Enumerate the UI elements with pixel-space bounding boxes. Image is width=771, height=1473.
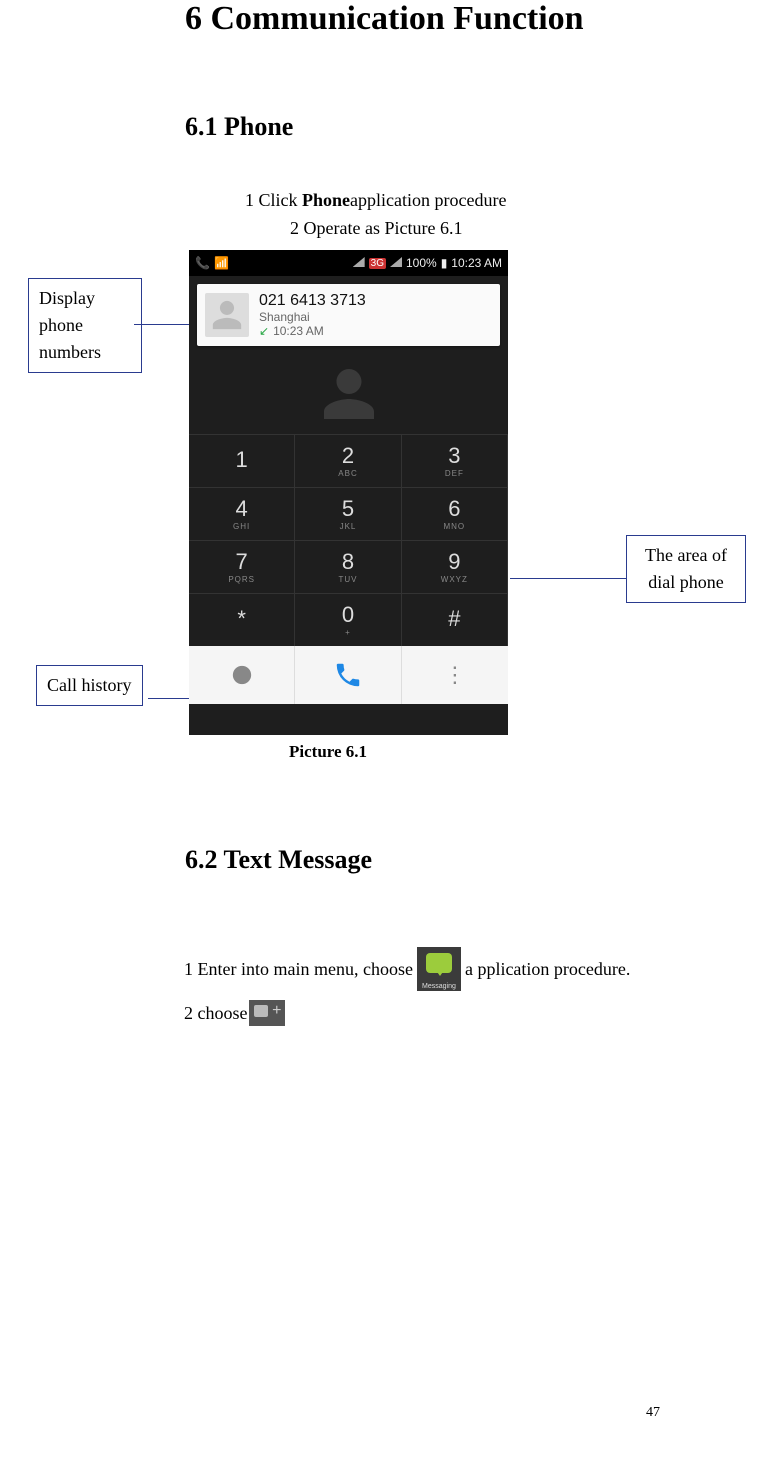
key-3[interactable]: 3DEF — [402, 434, 508, 487]
heading-chapter: 6 Communication Function — [185, 0, 584, 38]
battery-icon: ▮ — [441, 256, 448, 270]
heading-section-phone: 6.1 Phone — [185, 112, 293, 142]
call-button[interactable] — [295, 646, 401, 704]
history-button[interactable] — [189, 646, 295, 704]
heading-section-text: 6.2 Text Message — [185, 845, 372, 875]
bottom-bar: ⋮ — [189, 646, 508, 704]
key-hash[interactable]: # — [402, 593, 508, 646]
status-time: 10:23 AM — [451, 256, 502, 270]
key-0[interactable]: 0+ — [295, 593, 401, 646]
status-bar: 📞 📶 3G 100% ▮ 10:23 AM — [189, 250, 508, 276]
step-1-bold: Phone — [302, 190, 350, 210]
battery-text: 100% — [406, 256, 437, 270]
key-9[interactable]: 9WXYZ — [402, 540, 508, 593]
overflow-button[interactable]: ⋮ — [402, 646, 508, 704]
text-step-2: 2 choose — [184, 1000, 285, 1026]
dialpad: 1 2ABC 3DEF 4GHI 5JKL 6MNO 7PQRS 8TUV 9W… — [189, 434, 508, 646]
avatar — [205, 293, 249, 337]
overflow-menu-icon: ⋮ — [444, 662, 466, 688]
recent-call-card[interactable]: 021 6413 3713 Shanghai ↙ 10:23 AM — [197, 284, 500, 346]
key-1[interactable]: 1 — [189, 434, 295, 487]
compose-message-icon — [249, 1000, 285, 1026]
recent-city: Shanghai — [259, 310, 366, 324]
text-step-2-label: 2 choose — [184, 1003, 247, 1024]
figure-caption: Picture 6.1 — [289, 742, 367, 762]
text-step-1-pre: 1 Enter into main menu, choose — [184, 959, 413, 980]
page-number: 47 — [646, 1405, 660, 1421]
leader-display-numbers — [134, 324, 190, 325]
incoming-arrow-icon: ↙ — [259, 324, 269, 338]
text-step-1-post: a pplication procedure. — [465, 959, 630, 980]
text-step-1: 1 Enter into main menu, choose Messaging… — [184, 947, 630, 991]
step-1-pre: 1 Click — [245, 190, 302, 210]
key-8[interactable]: 8TUV — [295, 540, 401, 593]
key-star[interactable]: * — [189, 593, 295, 646]
recent-time: 10:23 AM — [273, 324, 324, 338]
messaging-icon-label: Messaging — [417, 983, 461, 990]
cell-signal-icon — [390, 256, 402, 270]
step-1: 1 Click Phoneapplication procedure — [245, 190, 506, 211]
wifi-icon: 📶 — [214, 256, 229, 270]
key-2[interactable]: 2ABC — [295, 434, 401, 487]
key-7[interactable]: 7PQRS — [189, 540, 295, 593]
step-1-post: application procedure — [350, 190, 506, 210]
recent-number: 021 6413 3713 — [259, 292, 366, 310]
signal-icon — [353, 256, 365, 270]
leader-dial-area — [510, 578, 626, 579]
key-6[interactable]: 6MNO — [402, 487, 508, 540]
callout-call-history: Call history — [36, 665, 143, 706]
key-4[interactable]: 4GHI — [189, 487, 295, 540]
key-5[interactable]: 5JKL — [295, 487, 401, 540]
phone-screenshot: 📞 📶 3G 100% ▮ 10:23 AM 021 6413 3713 Sha… — [189, 250, 508, 735]
call-info: 021 6413 3713 Shanghai ↙ 10:23 AM — [259, 292, 366, 338]
messaging-app-icon: Messaging — [417, 947, 461, 991]
step-2: 2 Operate as Picture 6.1 — [290, 218, 462, 239]
callout-display-numbers: Display phone numbers — [28, 278, 142, 373]
phone-icon: 📞 — [195, 256, 210, 270]
contact-silhouette — [189, 354, 508, 434]
network-badge: 3G — [369, 258, 386, 269]
callout-dial-area: The area of dial phone — [626, 535, 746, 603]
